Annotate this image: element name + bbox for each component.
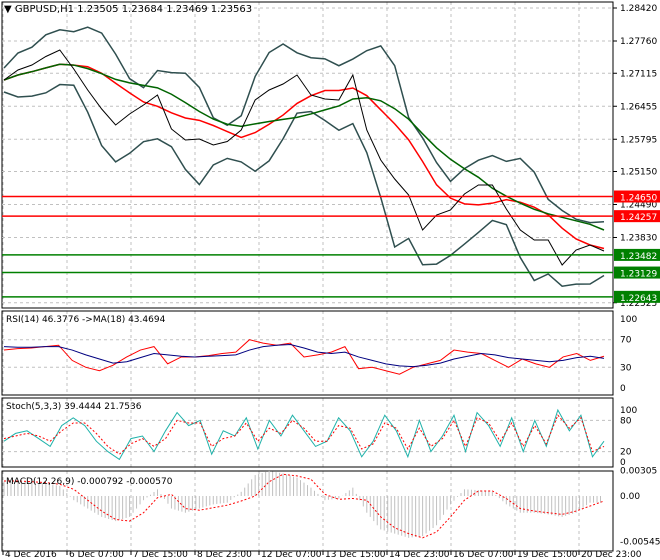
macd-axis-label: 0.00 [620,492,640,502]
stoch-axis-label: 20 [620,448,632,458]
price-label: 1.23830 [620,234,657,244]
level-price-label: 1.24650 [620,194,657,204]
stoch-axis-label: 80 [620,416,632,426]
chart-window[interactable]: 4 Dec 2016 6 Dec 07:00 7 Dec 15:00 8 Dec 23… [0,0,660,560]
macd-title: MACD(12,26,9) -0.000792 -0.000570 [6,477,173,487]
bollinger-lower [3,83,605,287]
ohlc-values: 1.23505 1.23684 1.23469 1.23563 [77,4,253,15]
price-label: 1.25795 [620,135,657,145]
panel-frame [1,1,614,309]
chart-header: ▼ GBPUSD,H1 1.23505 1.23684 1.23469 1.23… [4,4,252,15]
rsi-title: RSI(14) 46.3776 ->MA(18) 43.4694 [6,315,166,325]
rsi-axis-label: 30 [620,363,632,373]
level-price-label: 1.23482 [620,252,657,262]
stoch-axis-label: 100 [620,406,637,416]
rsi-ma-line [3,344,605,368]
level-price-label: 1.22643 [620,294,657,304]
level-price-label: 1.24257 [620,213,657,223]
price-label: 1.27115 [620,69,657,79]
stoch-title: Stoch(5,3,3) 39.4444 21.7536 [6,402,142,412]
ma-green [3,63,605,231]
price-label: 1.26455 [620,102,657,112]
level-price-label: 1.23129 [620,270,657,280]
price-label: 1.25150 [620,168,657,178]
chart-canvas[interactable]: 4 Dec 2016 6 Dec 07:00 7 Dec 15:00 8 Dec 23… [0,0,660,560]
price-label: 1.27760 [620,37,657,47]
macd-axis-label: 0.00305 [620,466,657,476]
bollinger-upper [3,26,605,224]
price-line [3,49,605,266]
dropdown-triangle-icon[interactable]: ▼ [4,4,12,15]
symbol-label: GBPUSD,H1 [14,4,74,15]
stoch-signal-line [3,414,605,455]
rsi-axis-label: 100 [620,315,637,325]
macd-axis-label: -0.00545 [620,538,660,548]
rsi-axis-label: 70 [620,336,632,346]
rsi-axis-label: 0 [620,384,626,394]
price-label: 1.28420 [620,4,657,14]
